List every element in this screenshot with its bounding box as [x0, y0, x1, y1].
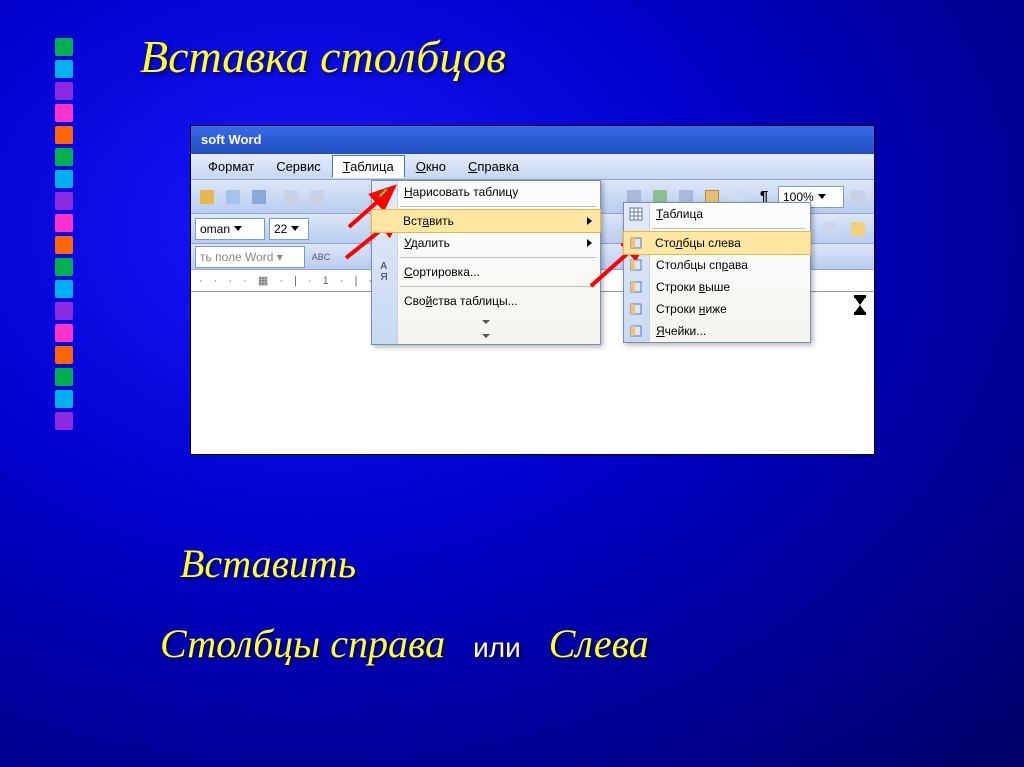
bullet-square	[55, 346, 73, 364]
blank-icon	[376, 293, 392, 309]
menuitem-таблица[interactable]: Таблица	[624, 203, 810, 225]
tool-icon[interactable]	[247, 185, 271, 209]
menu-separator	[400, 257, 596, 258]
bullet-square	[55, 412, 73, 430]
field-btn-label: ть поле Word	[200, 250, 273, 264]
menu-окно[interactable]: Окно	[405, 155, 457, 178]
pencil-icon	[376, 184, 392, 200]
blank-icon	[376, 235, 392, 251]
menuitem-label: Таблица	[656, 207, 703, 221]
blank-icon	[376, 213, 392, 229]
menuitem-label: Удалить	[404, 236, 450, 250]
menuitem-label: Ячейки...	[656, 324, 706, 338]
table-menu: Нарисовать таблицу Вставить Удалить АЯ Сорти…	[371, 180, 601, 345]
caption-insert: Вставить	[180, 540, 356, 587]
menuitem-столбцы-слева[interactable]: Столбцы слева	[623, 231, 811, 255]
bullet-square	[55, 60, 73, 78]
help-icon[interactable]	[846, 185, 870, 209]
menuitem-label: Строки выше	[656, 280, 730, 294]
table-icon	[628, 206, 644, 222]
menuitem-label: Строки ниже	[656, 302, 727, 316]
menuitem-label: Столбцы слева	[655, 236, 741, 250]
menuitem-label: Нарисовать таблицу	[404, 185, 518, 199]
submenu-arrow-icon	[587, 217, 592, 225]
font-combo[interactable]: oman	[195, 218, 265, 240]
menu-expand-chevron[interactable]	[372, 312, 600, 344]
menuitem-нарисовать-таблицу[interactable]: Нарисовать таблицу	[372, 181, 600, 203]
tool-icon[interactable]	[279, 185, 303, 209]
tool-icon[interactable]	[221, 185, 245, 209]
menu-separator	[400, 286, 596, 287]
menuitem-сортировка-[interactable]: АЯ Сортировка...	[372, 261, 600, 283]
caption-or: или	[473, 632, 521, 663]
menuitem-строки-выше[interactable]: Строки выше	[624, 276, 810, 298]
size-combo[interactable]: 22	[269, 218, 309, 240]
insert-submenu: Таблица Столбцы слева Столбцы справа Строки…	[623, 202, 811, 343]
menu-формат[interactable]: Формат	[197, 155, 265, 178]
border-icon[interactable]	[846, 217, 870, 241]
caption-line2: Столбцы справа или Слева	[160, 620, 649, 667]
col-right-icon	[628, 257, 644, 273]
window-titlebar: soft Word	[191, 126, 874, 154]
menu-separator	[400, 206, 596, 207]
bullet-square	[55, 258, 73, 276]
bullet-square	[55, 104, 73, 122]
slide-bullet-strip	[55, 38, 73, 434]
menu-сервис[interactable]: Сервис	[265, 155, 332, 178]
word-screenshot: soft Word ФорматСервисТаблицаОкноСправка…	[190, 125, 875, 455]
caption-left: Слева	[549, 621, 649, 666]
bullet-square	[55, 82, 73, 100]
submenu-arrow-icon	[587, 239, 592, 247]
hourglass-cursor	[852, 294, 868, 316]
font-value: oman	[200, 222, 230, 236]
sort-icon: АЯ	[376, 264, 392, 280]
tool-icon[interactable]	[195, 185, 219, 209]
row-below-icon	[628, 301, 644, 317]
menuitem-столбцы-справа[interactable]: Столбцы справа	[624, 254, 810, 276]
menubar: ФорматСервисТаблицаОкноСправка	[191, 154, 874, 180]
menuitem-свойства-таблицы-[interactable]: Свойства таблицы...	[372, 290, 600, 312]
bullet-square	[55, 302, 73, 320]
bullet-square	[55, 280, 73, 298]
menuitem-label: Столбцы справа	[656, 258, 748, 272]
bullet-square	[55, 236, 73, 254]
size-value: 22	[274, 222, 287, 236]
bullet-square	[55, 170, 73, 188]
bullet-square	[55, 38, 73, 56]
bullet-square	[55, 126, 73, 144]
menuitem-label: Свойства таблицы...	[404, 294, 518, 308]
bullet-square	[55, 390, 73, 408]
caption-right: Столбцы справа	[160, 621, 445, 666]
slide-title: Вставка столбцов	[140, 30, 506, 83]
increase-indent-icon[interactable]	[818, 217, 842, 241]
menu-separator	[652, 228, 806, 229]
abc-icon[interactable]: ABC	[309, 245, 333, 269]
col-left-icon	[628, 235, 644, 251]
menuitem-строки-ниже[interactable]: Строки ниже	[624, 298, 810, 320]
bullet-square	[55, 148, 73, 166]
bullet-square	[55, 324, 73, 342]
menuitem-label: Вставить	[403, 214, 454, 228]
bullet-square	[55, 214, 73, 232]
menuitem-удалить[interactable]: Удалить	[372, 232, 600, 254]
cells-icon	[628, 323, 644, 339]
tool-icon[interactable]	[305, 185, 329, 209]
insert-field-button[interactable]: ть поле Word ▾	[195, 246, 305, 268]
menu-справка[interactable]: Справка	[457, 155, 530, 178]
menuitem-вставить[interactable]: Вставить	[371, 209, 601, 233]
bullet-square	[55, 368, 73, 386]
row-above-icon	[628, 279, 644, 295]
menuitem-ячейки-[interactable]: Ячейки...	[624, 320, 810, 342]
bullet-square	[55, 192, 73, 210]
menu-таблица[interactable]: Таблица	[332, 155, 405, 178]
menuitem-label: Сортировка...	[404, 265, 480, 279]
